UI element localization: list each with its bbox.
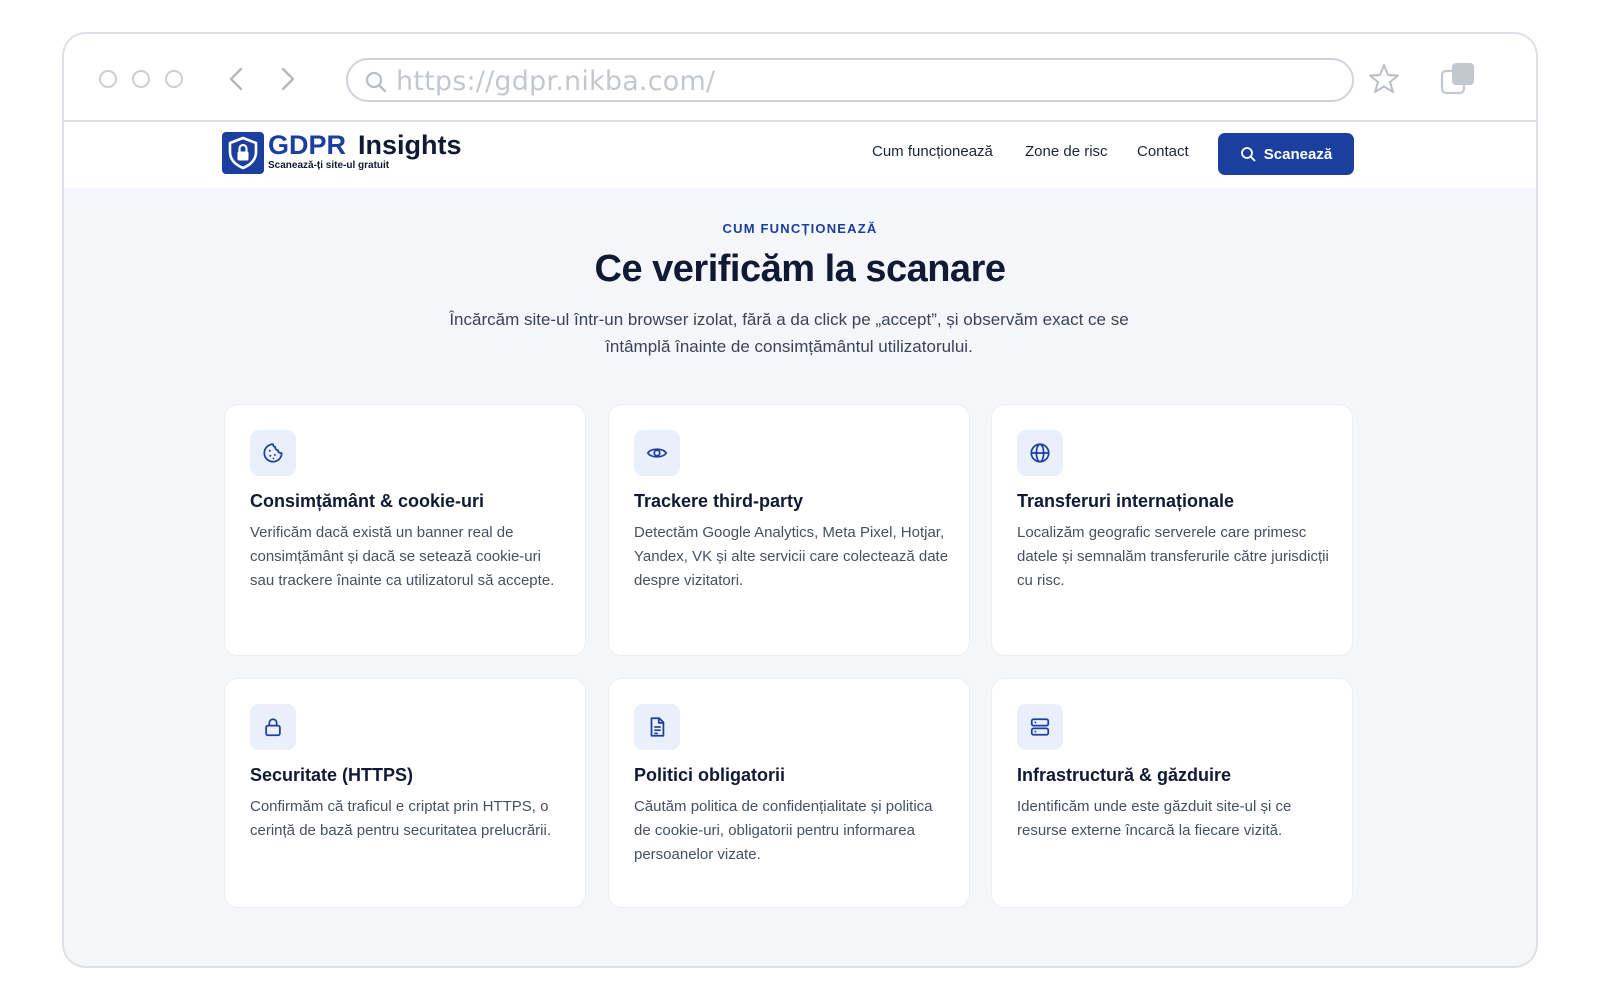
feature-icon-box <box>1017 704 1063 750</box>
document-icon <box>650 717 665 737</box>
feature-card-description: Confirmăm că traficul e criptat prin HTT… <box>250 798 551 839</box>
cookie-icon <box>263 443 283 463</box>
feature-card-description: Căutăm politica de confidențialitate și … <box>634 798 933 863</box>
window-maximize-control[interactable] <box>165 70 183 88</box>
brand-name-primary: GDPR <box>268 130 347 160</box>
address-bar[interactable]: https://gdpr.nikba.com/ <box>346 58 1354 102</box>
shield-lock-icon <box>222 132 264 174</box>
browser-window: https://gdpr.nikba.com/ GDPR Insights Sc… <box>62 32 1538 968</box>
feature-card-title: Transferuri internaționale <box>1017 491 1235 511</box>
feature-card-description: Verificăm dacă există un banner real de … <box>250 524 555 589</box>
nav-link-contact[interactable]: Contact <box>1137 143 1189 160</box>
section-eyebrow: CUM FUNCȚIONEAZĂ <box>722 221 878 236</box>
feature-card-infrastructure: Infrastructură & găzduire Identificăm un… <box>991 678 1353 908</box>
tabs-icon[interactable] <box>1440 62 1476 96</box>
feature-icon-box <box>250 430 296 476</box>
globe-icon <box>1030 443 1050 463</box>
eye-icon <box>646 448 668 458</box>
feature-card-trackers: Trackere third-party Detectăm Google Ana… <box>608 404 970 656</box>
browser-toolbar: https://gdpr.nikba.com/ <box>64 34 1536 122</box>
feature-card-description: Identificăm unde este găzduit site-ul și… <box>1017 798 1292 839</box>
feature-card-transfers: Transferuri internaționale Localizăm geo… <box>991 404 1353 656</box>
feature-card-description: Detectăm Google Analytics, Meta Pixel, H… <box>634 524 949 589</box>
feature-icon-box <box>634 430 680 476</box>
feature-card-title: Trackere third-party <box>634 491 804 511</box>
feature-card-title: Infrastructură & găzduire <box>1017 765 1232 785</box>
feature-card-title: Securitate (HTTPS) <box>250 765 414 785</box>
lock-icon <box>265 718 281 737</box>
feature-icon-box <box>634 704 680 750</box>
feature-card-policies: Politici obligatorii Căutăm politica de … <box>608 678 970 908</box>
feature-card-description: Localizăm geografic serverele care prime… <box>1017 524 1329 589</box>
address-url: https://gdpr.nikba.com/ <box>396 66 716 97</box>
nav-link-how-it-works[interactable]: Cum funcționează <box>872 143 993 160</box>
feature-card-title: Politici obligatorii <box>634 765 786 785</box>
website-viewport: GDPR Insights Scanează-ți site-ul gratui… <box>64 122 1536 966</box>
search-icon <box>1240 147 1256 162</box>
feature-card-title: Consimțământ & cookie-uri <box>250 491 485 511</box>
feature-icon-box <box>1017 430 1063 476</box>
search-icon <box>365 71 387 93</box>
feature-card-consent: Consimțământ & cookie-uri Verificăm dacă… <box>224 404 586 656</box>
bookmark-star-icon[interactable] <box>1367 62 1401 96</box>
brand-name-secondary: Insights <box>358 130 462 160</box>
back-arrow-icon[interactable] <box>222 64 252 94</box>
scan-button-label: Scanează <box>1263 145 1333 163</box>
scan-button[interactable]: Scanează <box>1218 133 1354 175</box>
window-minimize-control[interactable] <box>132 70 150 88</box>
window-close-control[interactable] <box>99 70 117 88</box>
nav-link-risk-zones[interactable]: Zone de risc <box>1025 143 1108 160</box>
feature-card-security: Securitate (HTTPS) Confirmăm că traficul… <box>224 678 586 908</box>
site-logo[interactable]: GDPR Insights Scanează-ți site-ul gratui… <box>222 130 522 178</box>
forward-arrow-icon[interactable] <box>272 64 302 94</box>
feature-icon-box <box>250 704 296 750</box>
server-icon <box>1030 718 1050 736</box>
brand-tagline: Scanează-ți site-ul gratuit <box>268 160 390 171</box>
site-header: GDPR Insights Scanează-ți site-ul gratui… <box>64 122 1536 188</box>
section-title: Ce verificăm la scanare <box>594 248 1007 290</box>
section-description: Încărcăm site-ul într-un browser izolat,… <box>449 310 1129 356</box>
